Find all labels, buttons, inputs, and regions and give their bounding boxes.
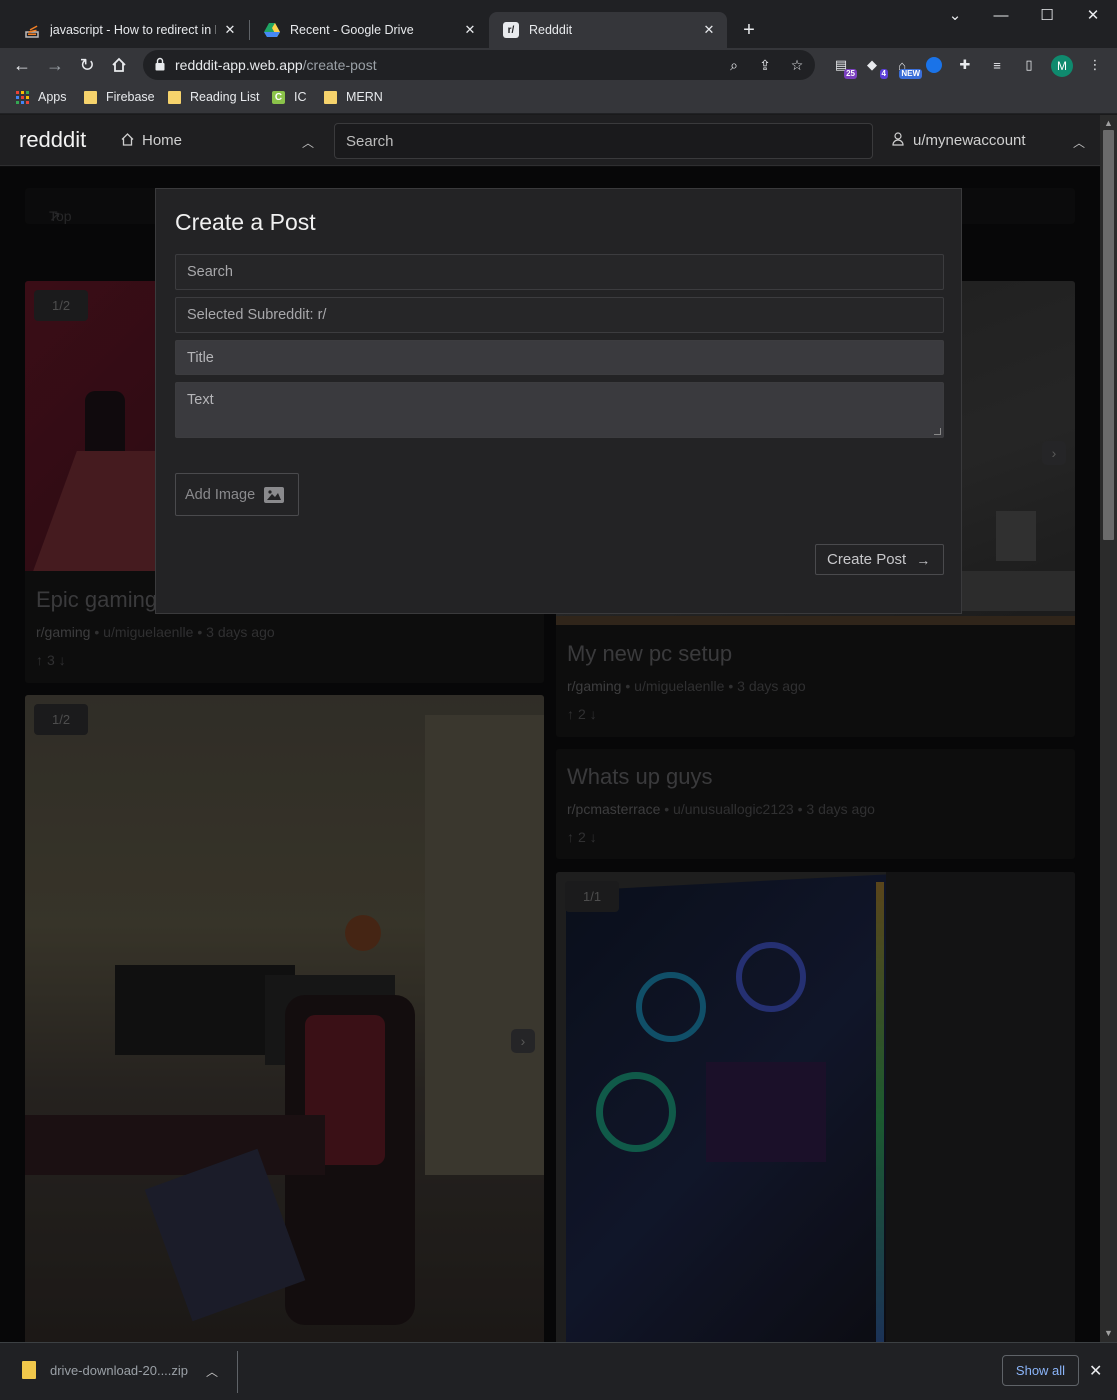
folder-icon [324, 90, 337, 104]
site-navbar: redddit Home ︿ Search u/mynewaccount ︿ [0, 115, 1100, 166]
extension-icon[interactable] [922, 53, 946, 77]
url-text: redddit-app.web.app/create-post [175, 57, 377, 73]
tab-redddit[interactable]: r/ Redddit ✕ [489, 12, 727, 48]
title-input[interactable]: Title [175, 340, 944, 375]
tab-title: Recent - Google Drive [290, 23, 414, 37]
home-button[interactable] [105, 51, 133, 79]
bookmark-apps[interactable]: Apps [16, 90, 67, 104]
apps-grid-icon [16, 90, 29, 104]
browser-toolbar: ← → ↻ redddit-app.web.app/create-post ⌕ … [0, 48, 1117, 82]
add-image-button[interactable]: Add Image [175, 473, 299, 516]
home-icon [112, 57, 126, 72]
back-button[interactable]: ← [8, 51, 36, 79]
extensions-puzzle-icon[interactable]: ✚ [953, 53, 977, 77]
show-all-button[interactable]: Show all [1002, 1355, 1079, 1386]
username-label: u/mynewaccount [913, 132, 1026, 149]
forward-button[interactable]: → [41, 51, 69, 79]
resize-handle-icon[interactable] [934, 428, 941, 435]
bookmark-label: Reading List [190, 90, 260, 104]
google-drive-icon [264, 22, 280, 38]
download-file-name: drive-download-20....zip [50, 1362, 189, 1378]
lock-icon [155, 57, 165, 71]
download-shelf: drive-download-20....zip ︿ Show all ✕ [0, 1342, 1117, 1400]
chrome-menu-icon[interactable]: ⋮ [1083, 53, 1107, 77]
extension-icon[interactable]: ▤ 25 [829, 53, 857, 79]
tab-strip: javascript - How to redirect in Re ✕ Rec… [0, 0, 1117, 48]
bookmark-label: Firebase [106, 90, 155, 104]
page-viewport: ↗ Top 1/2 Epic gaming r/gaming • u/migue… [0, 115, 1100, 1342]
subreddit-search-input[interactable]: Search [175, 254, 944, 290]
chevron-up-icon[interactable]: ︿ [302, 134, 314, 151]
site-logo[interactable]: redddit [19, 127, 86, 153]
side-panel-icon[interactable]: ▯ [1017, 53, 1041, 77]
address-bar[interactable]: redddit-app.web.app/create-post ⌕ ⇪ ☆ [143, 50, 815, 80]
scroll-down-icon[interactable]: ▼ [1104, 1328, 1113, 1338]
bookmark-reading-list[interactable]: Reading List [168, 90, 260, 104]
text-placeholder: Text [187, 392, 214, 408]
stackoverflow-icon [24, 22, 40, 38]
home-dropdown[interactable]: Home [121, 132, 182, 149]
new-tab-button[interactable]: + [736, 17, 762, 43]
scroll-up-icon[interactable]: ▲ [1104, 118, 1113, 128]
modal-title: Create a Post [175, 209, 316, 235]
create-post-modal: Create a Post Search Selected Subreddit:… [155, 188, 962, 614]
close-tab-icon[interactable]: ✕ [701, 22, 717, 38]
user-icon [892, 132, 904, 149]
text-textarea[interactable]: Text [175, 382, 944, 438]
tab-stackoverflow[interactable]: javascript - How to redirect in Re ✕ [10, 12, 248, 48]
image-icon [264, 486, 285, 503]
media-control-icon[interactable]: ≡ [985, 53, 1009, 77]
folder-icon [168, 90, 181, 104]
tab-google-drive[interactable]: Recent - Google Drive ✕ [250, 12, 488, 48]
bookmarks-bar: Apps Firebase Reading List C IC MERN [0, 82, 1117, 114]
bookmark-star-icon[interactable]: ☆ [789, 57, 805, 73]
extension-badge: 4 [879, 69, 888, 79]
home-icon [121, 132, 134, 149]
create-post-label: Create Post [827, 551, 907, 568]
share-icon[interactable]: ⇪ [757, 57, 773, 73]
minimize-button[interactable]: — [978, 0, 1024, 30]
home-label: Home [142, 132, 183, 149]
create-post-button[interactable]: Create Post → [815, 544, 944, 575]
download-item[interactable]: drive-download-20....zip [22, 1361, 188, 1379]
extension-badge: NEW [899, 69, 922, 79]
profile-avatar[interactable]: M [1051, 55, 1073, 77]
folder-icon [84, 90, 97, 104]
chevron-up-icon[interactable]: ︿ [206, 1363, 218, 1380]
bookmark-ic[interactable]: C IC [272, 90, 307, 104]
url-path: /create-post [302, 57, 377, 73]
tab-search-icon[interactable]: ⌄ [932, 0, 978, 30]
bookmark-label: MERN [346, 90, 383, 104]
search-input[interactable]: Search [334, 123, 873, 159]
close-tab-icon[interactable]: ✕ [462, 22, 478, 38]
url-host: redddit-app.web.app [175, 57, 303, 73]
chevron-up-icon[interactable]: ︿ [1073, 134, 1085, 151]
extension-badge: 25 [844, 69, 857, 79]
bookmark-label: IC [294, 90, 307, 104]
arrow-right-icon: → [916, 551, 931, 568]
scrollbar-thumb[interactable] [1103, 130, 1114, 540]
close-window-button[interactable]: ✕ [1070, 0, 1116, 30]
bookmark-label: Apps [38, 90, 67, 104]
divider [237, 1351, 238, 1393]
extension-icon[interactable]: ⌂ NEW [890, 53, 922, 79]
zoom-icon[interactable]: ⌕ [726, 57, 742, 73]
maximize-button[interactable]: ☐ [1024, 0, 1070, 30]
close-tab-icon[interactable]: ✕ [222, 22, 238, 38]
bookmark-mern[interactable]: MERN [324, 90, 383, 104]
selected-subreddit-field: Selected Subreddit: r/ [175, 297, 944, 333]
bookmark-firebase[interactable]: Firebase [84, 90, 155, 104]
add-image-label: Add Image [185, 486, 256, 503]
tab-title: Redddit [529, 23, 573, 37]
redddit-icon: r/ [503, 22, 519, 38]
vertical-scrollbar[interactable]: ▲ ▼ [1100, 115, 1117, 1342]
extension-icon[interactable]: ◆ 4 [860, 53, 888, 79]
tab-title: javascript - How to redirect in Re [50, 23, 216, 37]
close-shelf-icon[interactable]: ✕ [1089, 1361, 1102, 1381]
reload-button[interactable]: ↻ [73, 51, 101, 79]
user-menu[interactable]: u/mynewaccount [892, 132, 1026, 149]
zip-file-icon [22, 1361, 36, 1379]
ic-site-icon: C [272, 90, 285, 104]
